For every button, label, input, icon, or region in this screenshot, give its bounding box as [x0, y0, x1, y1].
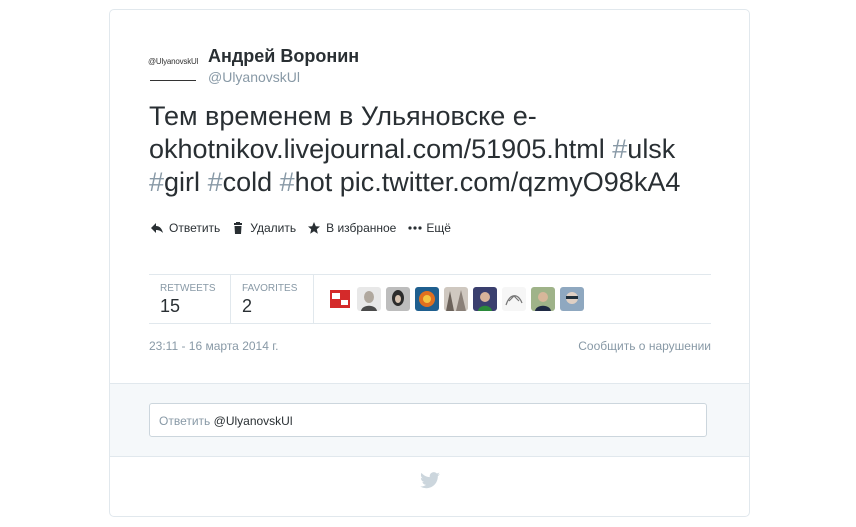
- report-link[interactable]: Сообщить о нарушении: [578, 339, 711, 353]
- reply-input[interactable]: Ответить @UlyanovskUl: [149, 403, 707, 437]
- tweet-stats: RETWEETS 15 FAVORITES 2: [149, 274, 711, 324]
- tweet-header: @UlyanovskUl Андрей Воронин @UlyanovskUl: [148, 44, 729, 94]
- avatar-person-3: [444, 287, 468, 311]
- tweet-actions: Ответить Удалить В избранное Ещё: [150, 220, 462, 236]
- card-footer: [110, 456, 749, 516]
- avatar-red-logo: [328, 287, 352, 311]
- retweets-count: 15: [160, 296, 181, 316]
- star-icon: [307, 221, 321, 235]
- tweet-card: @UlyanovskUl Андрей Воронин @UlyanovskUl…: [109, 9, 750, 517]
- favoriter-avatar[interactable]: [502, 287, 526, 311]
- pic-link[interactable]: pic.twitter.com/qzmyO98kA4: [340, 167, 681, 197]
- hashtag-text: cold: [222, 167, 273, 197]
- favoriter-avatar[interactable]: [386, 287, 410, 311]
- hashtag-hot[interactable]: #hot: [280, 167, 333, 197]
- hashtag-text: hot: [294, 167, 333, 197]
- hashtag-text: girl: [164, 167, 201, 197]
- delete-label: Удалить: [250, 221, 297, 235]
- author-handle[interactable]: @UlyanovskUl: [208, 69, 300, 85]
- avatar[interactable]: @UlyanovskUl: [148, 44, 198, 84]
- tweet-link[interactable]: okhotnikov.livejournal.com/51905.html: [149, 134, 605, 164]
- avatar-person-2: [386, 287, 410, 311]
- favoriter-avatar[interactable]: [473, 287, 497, 311]
- favorite-label: В избранное: [326, 221, 397, 235]
- reply-label: Ответить: [169, 221, 221, 235]
- hashtag-text: ulsk: [627, 134, 676, 164]
- favoriter-avatar[interactable]: [328, 287, 352, 311]
- retweets-label: RETWEETS: [160, 283, 216, 294]
- avatar-colorful: [415, 287, 439, 311]
- favoriter-avatar[interactable]: [415, 287, 439, 311]
- favoriter-avatar[interactable]: [444, 287, 468, 311]
- reply-icon: [150, 221, 164, 235]
- tweet-text-line1: Тем временем в Ульяновске е-: [149, 101, 537, 131]
- reply-area: Ответить @UlyanovskUl: [110, 383, 749, 457]
- avatar-person-5: [531, 287, 555, 311]
- author-name[interactable]: Андрей Воронин: [208, 46, 359, 67]
- tweet-timestamp[interactable]: 23:11 - 16 марта 2014 г.: [149, 339, 278, 353]
- hash-symbol: #: [612, 134, 628, 164]
- avatar-label: @UlyanovskUl: [148, 57, 199, 66]
- reply-input-prefix: Ответить: [159, 414, 211, 428]
- favoriter-avatar[interactable]: [531, 287, 555, 311]
- retweets-stat[interactable]: RETWEETS 15: [149, 275, 231, 323]
- more-label: Ещё: [426, 221, 451, 235]
- avatar-person-1: [357, 287, 381, 311]
- trash-icon: [231, 221, 245, 235]
- hashtag-girl[interactable]: #girl: [149, 167, 200, 197]
- reply-input-handle: @UlyanovskUl: [213, 414, 293, 428]
- avatar-person-6: [560, 287, 584, 311]
- hash-symbol: #: [207, 167, 223, 197]
- hash-symbol: #: [279, 167, 295, 197]
- favorites-stat[interactable]: FAVORITES 2: [231, 275, 314, 323]
- hash-symbol: #: [149, 167, 165, 197]
- favoriter-avatar[interactable]: [560, 287, 584, 311]
- hashtag-cold[interactable]: #cold: [208, 167, 273, 197]
- delete-button[interactable]: Удалить: [231, 221, 296, 235]
- favoriter-avatars: [328, 287, 589, 311]
- favoriter-avatar[interactable]: [357, 287, 381, 311]
- tweet-text: Тем временем в Ульяновске е- okhotnikov.…: [149, 100, 729, 199]
- more-dots-icon: [407, 221, 422, 235]
- favorite-button[interactable]: В избранное: [307, 221, 396, 235]
- more-button[interactable]: Ещё: [407, 221, 451, 235]
- twitter-bird-icon[interactable]: [419, 472, 441, 490]
- hashtag-ulsk[interactable]: #ulsk: [612, 134, 675, 164]
- favorites-label: FAVORITES: [242, 283, 298, 294]
- avatar-underline: [150, 80, 196, 81]
- reply-button[interactable]: Ответить: [150, 221, 220, 235]
- favorites-count: 2: [242, 296, 253, 316]
- avatar-sketch: [502, 287, 526, 311]
- avatar-person-4: [473, 287, 497, 311]
